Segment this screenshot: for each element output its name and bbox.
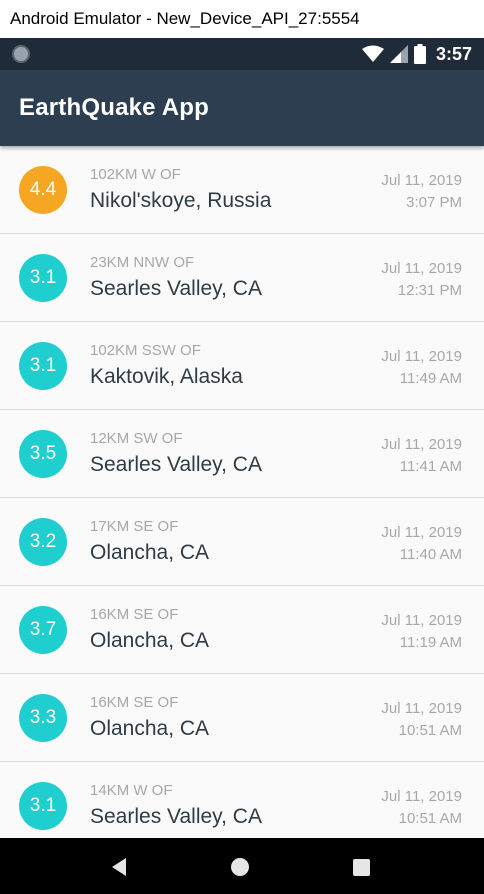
signal-icon (389, 45, 408, 63)
datetime-block: Jul 11, 2019 11:40 AM (381, 522, 462, 566)
magnitude-badge: 3.1 (19, 254, 67, 302)
home-icon[interactable] (231, 858, 249, 876)
back-icon[interactable] (112, 858, 126, 876)
location-block: 14KM W OF Searles Valley, CA (90, 782, 262, 832)
quake-date: Jul 11, 2019 (381, 700, 462, 717)
quake-date: Jul 11, 2019 (381, 436, 462, 453)
datetime-block: Jul 11, 2019 11:19 AM (381, 610, 462, 654)
quake-time: 11:49 AM (399, 370, 462, 387)
quake-date: Jul 11, 2019 (381, 348, 462, 365)
quake-time: 12:31 PM (397, 282, 462, 299)
datetime-block: Jul 11, 2019 10:51 AM (381, 786, 462, 830)
primary-location: Olancha, CA (90, 629, 210, 652)
earthquake-row[interactable]: 3.1 102KM SSW OF Kaktovik, Alaska Jul 11, 2… (0, 322, 484, 410)
app-bar: EarthQuake App (0, 70, 484, 146)
quake-time: 10:51 AM (398, 722, 462, 739)
location-offset: 102KM SSW OF (90, 342, 201, 359)
location-offset: 12KM SW OF (90, 430, 183, 447)
quake-date: Jul 11, 2019 (381, 788, 462, 805)
recents-icon[interactable] (353, 859, 370, 876)
location-block: 16KM SE OF Olancha, CA (90, 694, 209, 744)
earthquake-row[interactable]: 3.1 23KM NNW OF Searles Valley, CA Jul 11, … (0, 234, 484, 322)
location-block: 102KM W OF Nikol'skoye, Russia (90, 166, 271, 216)
battery-icon (413, 44, 426, 64)
app-title: EarthQuake App (19, 94, 209, 121)
earthquake-list[interactable]: 4.4 102KM W OF Nikol'skoye, Russia Jul 11, … (0, 146, 484, 838)
primary-location: Searles Valley, CA (90, 805, 262, 828)
status-time: 3:57 (435, 43, 472, 64)
magnitude-badge: 3.1 (19, 342, 67, 390)
datetime-block: Jul 11, 2019 3:07 PM (381, 170, 462, 214)
earthquake-row[interactable]: 4.4 102KM W OF Nikol'skoye, Russia Jul 11, … (0, 146, 484, 234)
magnitude-badge: 3.2 (19, 518, 67, 566)
location-offset: 17KM SE OF (90, 518, 179, 535)
primary-location: Searles Valley, CA (90, 277, 262, 300)
location-block: 23KM NNW OF Searles Valley, CA (90, 254, 262, 304)
datetime-block: Jul 11, 2019 12:31 PM (381, 258, 462, 302)
quake-date: Jul 11, 2019 (381, 172, 462, 189)
magnitude-badge: 3.7 (19, 606, 67, 654)
primary-location: Kaktovik, Alaska (90, 365, 243, 388)
earthquake-row[interactable]: 3.2 17KM SE OF Olancha, CA Jul 11, 2019 11:4… (0, 498, 484, 586)
emulator-window-title: Android Emulator - New_Device_API_27:555… (0, 0, 484, 38)
status-bar: 3:57 (0, 38, 484, 70)
magnitude-badge: 3.3 (19, 694, 67, 742)
quake-date: Jul 11, 2019 (381, 260, 462, 277)
datetime-block: Jul 11, 2019 11:41 AM (381, 434, 462, 478)
earthquake-row[interactable]: 3.3 16KM SE OF Olancha, CA Jul 11, 2019 10:5… (0, 674, 484, 762)
location-block: 17KM SE OF Olancha, CA (90, 518, 209, 568)
wifi-icon (361, 45, 384, 62)
quake-time: 10:51 AM (398, 810, 462, 827)
status-icons: 3:57 (361, 43, 472, 65)
datetime-block: Jul 11, 2019 11:49 AM (381, 346, 462, 390)
quake-time: 11:19 AM (399, 634, 462, 651)
quake-date: Jul 11, 2019 (381, 612, 462, 629)
notification-dot-icon (12, 45, 30, 63)
datetime-block: Jul 11, 2019 10:51 AM (381, 698, 462, 742)
earthquake-row[interactable]: 3.7 16KM SE OF Olancha, CA Jul 11, 2019 11:1… (0, 586, 484, 674)
location-offset: 14KM W OF (90, 782, 173, 799)
primary-location: Nikol'skoye, Russia (90, 189, 272, 212)
location-block: 16KM SE OF Olancha, CA (90, 606, 209, 656)
quake-time: 11:40 AM (399, 546, 462, 563)
location-block: 12KM SW OF Searles Valley, CA (90, 430, 262, 480)
earthquake-row[interactable]: 3.1 14KM W OF Searles Valley, CA Jul 11, 20… (0, 762, 484, 838)
primary-location: Olancha, CA (90, 717, 210, 740)
earthquake-row[interactable]: 3.5 12KM SW OF Searles Valley, CA Jul 11, 2… (0, 410, 484, 498)
location-offset: 16KM SE OF (90, 606, 179, 623)
location-offset: 23KM NNW OF (90, 254, 195, 271)
navigation-bar (0, 838, 484, 894)
magnitude-badge: 4.4 (19, 166, 67, 214)
primary-location: Olancha, CA (90, 541, 210, 564)
location-offset: 102KM W OF (90, 166, 181, 183)
primary-location: Searles Valley, CA (90, 453, 262, 476)
magnitude-badge: 3.1 (19, 782, 67, 830)
quake-date: Jul 11, 2019 (381, 524, 462, 541)
location-block: 102KM SSW OF Kaktovik, Alaska (90, 342, 243, 392)
location-offset: 16KM SE OF (90, 694, 179, 711)
magnitude-badge: 3.5 (19, 430, 67, 478)
quake-time: 11:41 AM (399, 458, 462, 475)
quake-time: 3:07 PM (406, 194, 462, 211)
